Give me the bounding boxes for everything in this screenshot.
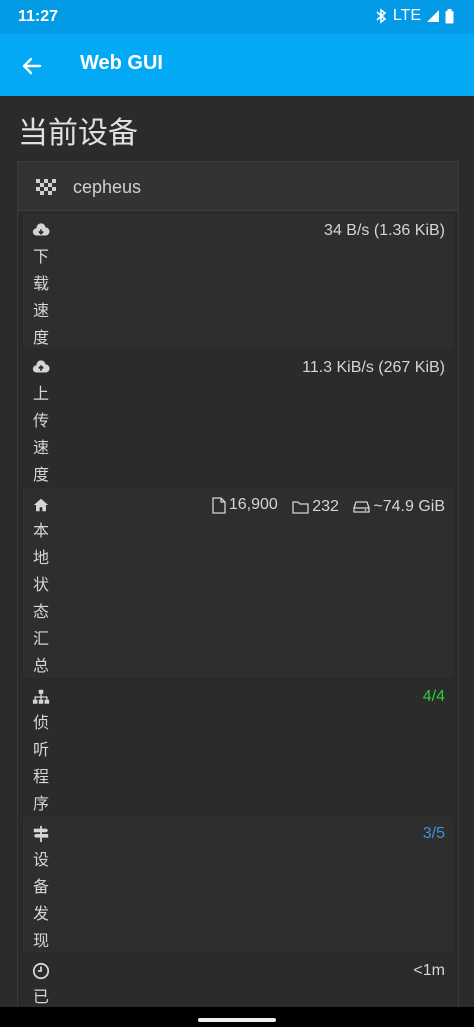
cloud-upload-icon [32,360,50,373]
folder-count-value: 232 [312,497,339,515]
file-count: 16,900 [212,496,278,514]
uptime-value: <1m [413,962,445,979]
device-name: cepheus [73,177,142,197]
upload-rate-value: 11.3 KiB/s (267 KiB) [302,359,445,376]
back-arrow-icon[interactable] [20,54,44,78]
file-icon [212,496,226,514]
storage-size: ~74.9 GiB [353,498,445,516]
signal-icon [427,10,439,22]
battery-icon [445,8,454,23]
app-title: Web GUI [80,52,163,74]
navigation-bar [0,1007,474,1027]
home-indicator[interactable] [198,1018,276,1022]
hard-drive-icon [353,500,371,513]
network-type: LTE [392,7,421,24]
upload-rate-row: 上传速度 11.3 KiB/s (267 KiB) [23,351,453,486]
download-rate-label: 下载速度 [32,249,49,347]
cloud-download-icon [32,223,50,236]
device-panel: cepheus 下载速度 34 B/s (1.36 KiB) 上传速度 11.3… [17,161,459,1023]
status-time: 11:27 [18,8,59,25]
status-icons: LTE [375,7,454,25]
download-rate-row: 下载速度 34 B/s (1.36 KiB) [23,214,453,349]
listeners-row: 侦听程序 4/4 [23,680,453,815]
discovery-value: 3/5 [422,825,445,842]
local-state-value: 16,900 232 ~74.9 GiB [202,496,445,519]
page-title: 当前设备 [18,117,138,150]
listeners-value: 4/4 [422,688,445,705]
clock-icon [32,962,50,980]
app-bar: Web GUI [0,34,474,96]
discovery-row: 设备发现 3/5 [23,817,453,952]
local-state-label: 本地状态汇总 [32,523,49,675]
sitemap-icon [32,689,50,704]
folder-icon [292,500,309,514]
device-header[interactable]: cepheus [18,162,458,211]
main-content[interactable]: 当前设备 cepheus 下载速度 34 B/s (1.36 KiB) 上传速度… [0,96,474,1027]
status-bar: 11:27 LTE [0,0,474,34]
listeners-label: 侦听程序 [32,715,49,813]
device-identicon-icon [36,179,56,195]
bluetooth-icon [376,8,387,24]
home-icon [33,498,49,512]
storage-size-value: ~74.9 GiB [373,497,445,515]
discovery-label: 设备发现 [32,852,49,950]
signpost-icon [33,825,49,843]
folder-count: 232 [292,498,339,516]
file-count-value: 16,900 [228,496,278,513]
download-rate-value: 34 B/s (1.36 KiB) [324,222,445,239]
local-state-row: 本地状态汇总 16,900 232 ~74.9 GiB [23,488,453,678]
upload-rate-label: 上传速度 [32,386,49,484]
